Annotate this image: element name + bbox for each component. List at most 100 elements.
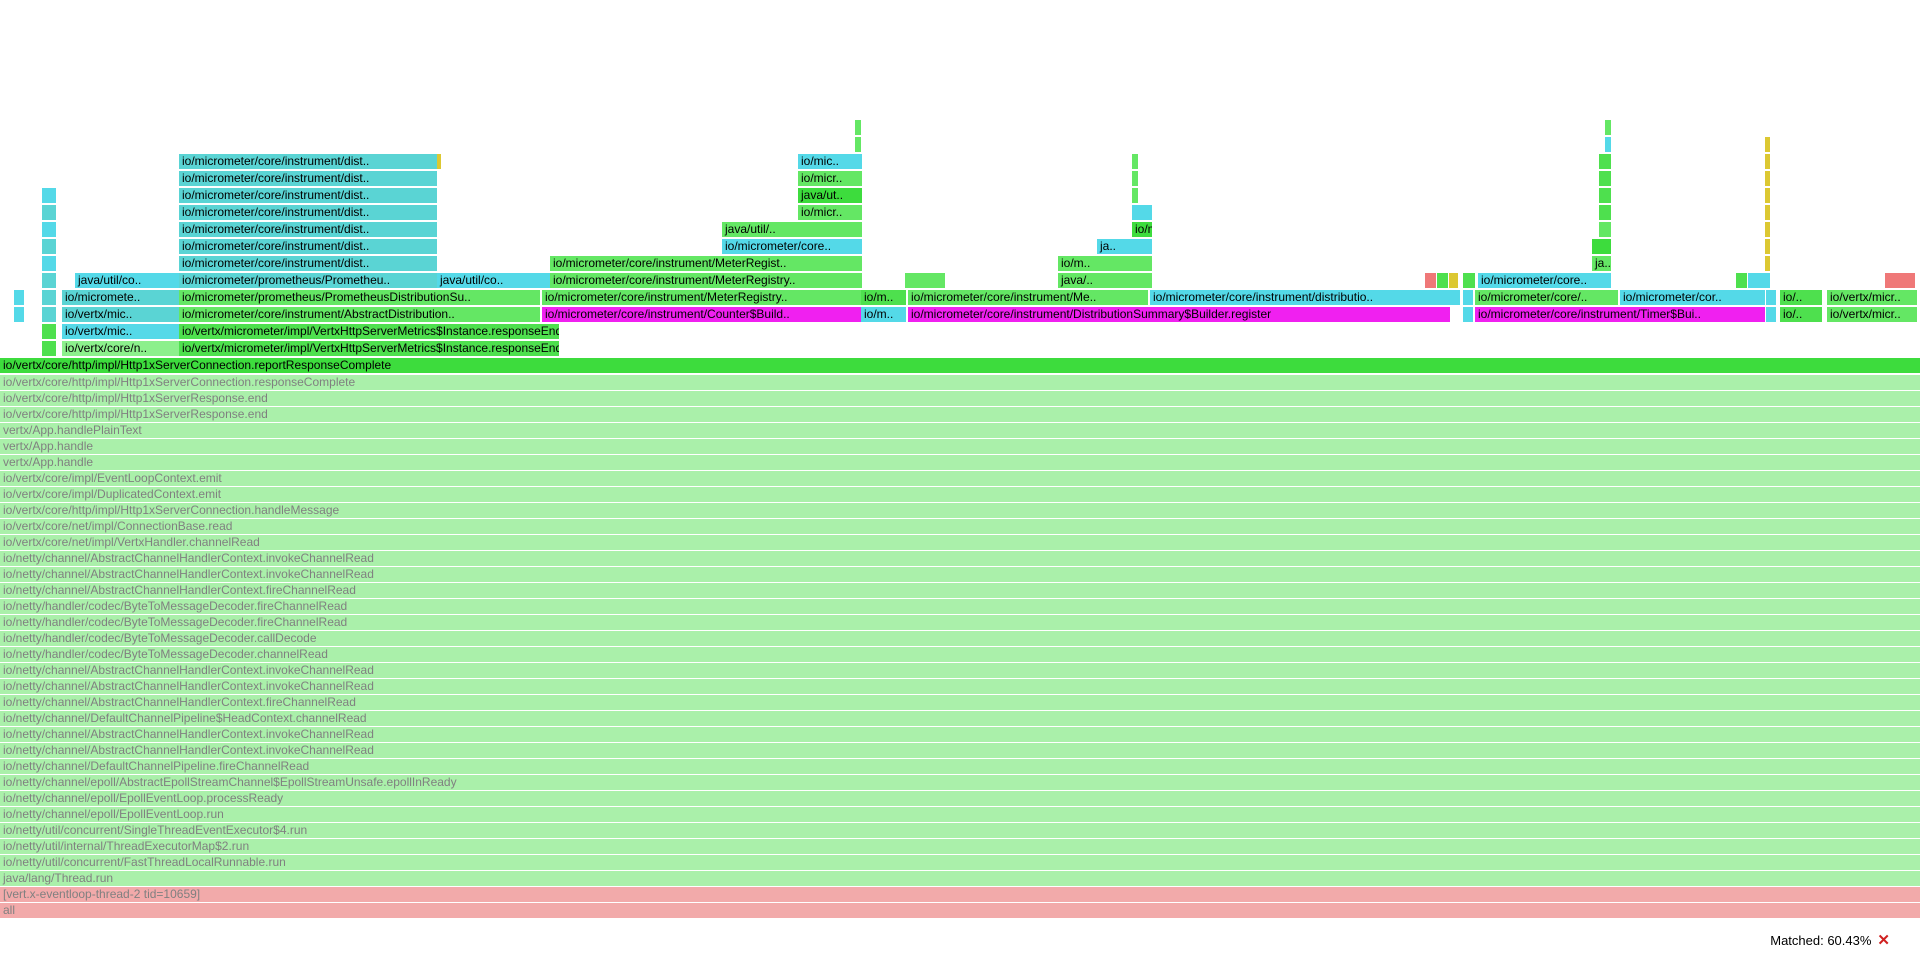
flame-frame[interactable]: io/mic.. [798, 154, 862, 169]
flame-frame[interactable]: io/vertx/mic.. [62, 324, 179, 339]
flame-frame[interactable] [14, 290, 24, 305]
flame-frame[interactable] [855, 137, 861, 152]
flame-frame[interactable] [42, 239, 56, 254]
flame-frame[interactable]: io/micrometer/prometheus/PrometheusDistr… [179, 290, 540, 305]
flame-frame[interactable]: io/m.. [1132, 222, 1152, 237]
flame-frame[interactable] [42, 324, 56, 339]
flame-frame[interactable] [1463, 290, 1473, 305]
flame-frame[interactable]: io/.. [1780, 307, 1822, 322]
flame-frame[interactable]: io/micrometer/core/instrument/dist.. [179, 256, 437, 271]
flame-frame[interactable] [42, 188, 56, 203]
flame-frame[interactable]: io/m.. [1058, 256, 1152, 271]
flame-frame[interactable]: io/micrometer/core/instrument/dist.. [179, 171, 437, 186]
close-icon[interactable]: ✕ [1877, 932, 1890, 949]
flame-frame[interactable]: io/netty/channel/DefaultChannelPipeline.… [0, 759, 1920, 774]
flame-frame[interactable] [1592, 239, 1611, 254]
flame-frame[interactable]: io/micrometer/core/instrument/AbstractDi… [179, 307, 540, 322]
flame-graph-canvas[interactable]: io/micrometer/core/instrument/dist.. io/m… [0, 0, 1920, 961]
flame-frame[interactable] [1766, 290, 1776, 305]
flame-frame[interactable]: io/vertx/micr.. [1827, 290, 1917, 305]
flame-frame[interactable] [1605, 137, 1611, 152]
flame-frame[interactable]: io/vertx/core/http/impl/Http1xServerResp… [0, 391, 1920, 406]
flame-frame[interactable] [1766, 307, 1776, 322]
flame-frame[interactable]: io/netty/channel/AbstractChannelHandlerC… [0, 695, 1920, 710]
flame-frame[interactable]: io/vertx/core/http/impl/Http1xServerConn… [0, 375, 1920, 390]
flame-frame[interactable] [1599, 205, 1611, 220]
flame-frame[interactable]: java/ut.. [798, 188, 862, 203]
flame-frame[interactable]: io/vertx/micr.. [1827, 307, 1917, 322]
flame-frame[interactable]: io/netty/channel/epoll/EpollEventLoop.ru… [0, 807, 1920, 822]
flame-frame[interactable]: java/.. [1058, 273, 1152, 288]
flame-frame[interactable]: io/netty/channel/AbstractChannelHandlerC… [0, 743, 1920, 758]
flame-frame[interactable]: io/netty/channel/epoll/AbstractEpollStre… [0, 775, 1920, 790]
flame-frame[interactable]: io/micrometer/core/instrument/MeterRegis… [550, 256, 862, 271]
flame-frame[interactable] [42, 222, 56, 237]
flame-frame[interactable] [42, 341, 56, 356]
flame-frame[interactable]: io/micrometer/core.. [1478, 273, 1611, 288]
flame-frame[interactable]: io/micrometer/core/instrument/Me.. [908, 290, 1148, 305]
flame-frame[interactable]: io/netty/channel/DefaultChannelPipeline$… [0, 711, 1920, 726]
flame-frame[interactable]: io/vertx/core/impl/DuplicatedContext.emi… [0, 487, 1920, 502]
flame-frame[interactable]: io/micrometer/core/instrument/dist.. [179, 239, 437, 254]
flame-frame[interactable]: io/netty/handler/codec/ByteToMessageDeco… [0, 615, 1920, 630]
flame-frame[interactable] [1885, 273, 1915, 288]
flame-frame[interactable] [1765, 256, 1770, 271]
flame-frame[interactable]: io/micrometer/cor.. [1620, 290, 1765, 305]
flame-frame[interactable] [1605, 120, 1611, 135]
flame-frame[interactable] [1599, 171, 1611, 186]
flame-frame[interactable]: io/micrometer/core.. [722, 239, 862, 254]
flame-frame[interactable]: io/micrometer/core/instrument/dist.. [179, 205, 437, 220]
flame-frame[interactable]: io/micrometer/core/instrument/dist.. [179, 222, 437, 237]
flame-frame[interactable]: io/micrometer/core/instrument/distributi… [1150, 290, 1460, 305]
flame-frame[interactable]: io/netty/channel/AbstractChannelHandlerC… [0, 679, 1920, 694]
flame-frame[interactable]: io/micrometer/core/instrument/Counter$Bu… [542, 307, 862, 322]
flame-frame[interactable]: vertx/App.handle [0, 439, 1920, 454]
flame-frame[interactable] [1765, 171, 1770, 186]
flame-frame[interactable]: io/vertx/core/n.. [62, 341, 179, 356]
flame-frame[interactable] [1132, 171, 1138, 186]
flame-frame[interactable]: io/netty/util/concurrent/SingleThreadEve… [0, 823, 1920, 838]
flame-frame[interactable]: vertx/App.handle [0, 455, 1920, 470]
flame-frame[interactable]: io/netty/channel/AbstractChannelHandlerC… [0, 567, 1920, 582]
flame-frame[interactable]: [vert.x-eventloop-thread-2 tid=10659] [0, 887, 1920, 902]
flame-frame[interactable]: io/netty/handler/codec/ByteToMessageDeco… [0, 647, 1920, 662]
flame-frame[interactable]: ja.. [1097, 239, 1152, 254]
flame-frame[interactable] [905, 273, 945, 288]
flame-frame[interactable] [42, 273, 56, 288]
flame-frame[interactable]: io/vertx/core/impl/EventLoopContext.emit [0, 471, 1920, 486]
flame-frame[interactable]: io/netty/channel/AbstractChannelHandlerC… [0, 583, 1920, 598]
flame-frame[interactable] [1748, 273, 1770, 288]
flame-frame[interactable]: io/micrometer/core/instrument/Timer$Bui.… [1475, 307, 1765, 322]
flame-frame[interactable]: java/util/.. [722, 222, 862, 237]
flame-frame[interactable] [1132, 188, 1138, 203]
flame-frame[interactable]: io/vertx/mic.. [62, 307, 179, 322]
flame-frame[interactable]: io/micrometer/core/.. [1475, 290, 1618, 305]
flame-frame[interactable] [1736, 273, 1747, 288]
flame-frame[interactable]: io/netty/util/concurrent/FastThreadLocal… [0, 855, 1920, 870]
flame-frame[interactable]: io/micrometer/core/instrument/dist.. [179, 188, 437, 203]
flame-frame[interactable]: all [0, 903, 1920, 918]
flame-frame[interactable]: java/util/co.. [437, 273, 550, 288]
flame-frame[interactable]: java/lang/Thread.run [0, 871, 1920, 886]
flame-frame[interactable]: io/netty/util/internal/ThreadExecutorMap… [0, 839, 1920, 854]
flame-frame[interactable] [1765, 222, 1770, 237]
flame-frame[interactable]: io/netty/handler/codec/ByteToMessageDeco… [0, 631, 1920, 646]
flame-frame[interactable]: io/vertx/core/http/impl/Http1xServerConn… [0, 503, 1920, 518]
flame-frame[interactable] [1425, 273, 1436, 288]
flame-frame[interactable]: io/vertx/micrometer/impl/VertxHttpServer… [179, 324, 559, 339]
flame-frame[interactable]: io/m.. [861, 307, 906, 322]
flame-frame[interactable] [1463, 307, 1473, 322]
flame-frame[interactable]: io/micrometer/core/instrument/Distributi… [908, 307, 1450, 322]
flame-frame[interactable] [1765, 154, 1770, 169]
flame-frame[interactable] [1437, 273, 1448, 288]
flame-frame[interactable] [1132, 154, 1138, 169]
flame-frame[interactable]: io/micrometer/prometheus/Prometheu.. [179, 273, 437, 288]
flame-frame[interactable] [42, 307, 56, 322]
flame-frame[interactable]: io/netty/channel/AbstractChannelHandlerC… [0, 663, 1920, 678]
flame-frame[interactable] [1765, 188, 1770, 203]
flame-frame[interactable] [437, 154, 441, 169]
flame-frame[interactable]: java/util/co.. [75, 273, 179, 288]
flame-frame[interactable]: io/vertx/core/http/impl/Http1xServerConn… [0, 358, 1920, 373]
flame-frame[interactable]: io/micr.. [798, 205, 862, 220]
flame-frame[interactable]: io/m.. [861, 290, 906, 305]
